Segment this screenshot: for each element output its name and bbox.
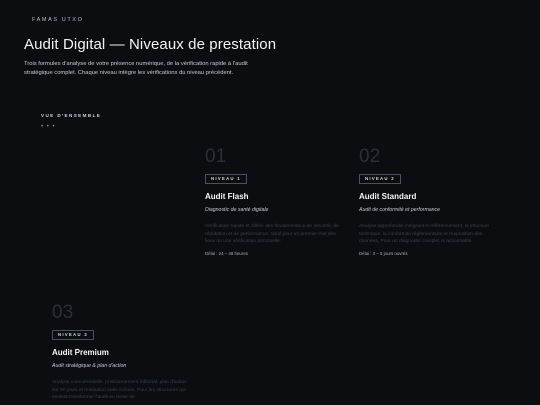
tier-description: Analyse concurrentielle, positionnement … — [52, 380, 187, 401]
tier-number: 01 — [205, 146, 227, 167]
tier-badge: NIVEAU 1 — [205, 173, 247, 184]
tier-delay: Délai : 3 – 5 jours ouvrés — [359, 250, 408, 256]
page: FAMAS UTXO Audit Digital — Niveaux de pr… — [0, 0, 540, 405]
tier-subtitle: Audit stratégique & plan d'action — [52, 363, 127, 369]
tier-number: 02 — [359, 146, 381, 167]
page-title: Audit Digital — Niveaux de prestation — [24, 36, 277, 53]
tier-badge: NIVEAU 2 — [359, 173, 401, 184]
tier-card-premium: 03 NIVEAU 3 Audit Premium Audit stratégi… — [52, 303, 192, 402]
tier-number: 03 — [52, 302, 74, 323]
tier-subtitle: Audit de conformité et performance — [359, 207, 441, 213]
tier-delay: Délai : 24 – 48 heures — [205, 250, 248, 256]
tier-description: Vérification rapide et ciblée des fondam… — [205, 224, 339, 245]
brand-name[interactable]: FAMAS UTXO — [32, 17, 83, 23]
tier-name: Audit Premium — [52, 348, 109, 357]
overview-dots: • • • — [41, 124, 56, 130]
tier-name: Audit Flash — [205, 192, 249, 201]
overview-label: VUE D'ENSEMBLE — [41, 113, 102, 118]
tier-badge: NIVEAU 3 — [52, 329, 94, 340]
tier-card-standard: 02 NIVEAU 2 Audit Standard Audit de conf… — [359, 147, 499, 256]
tier-description: Analyse approfondie intégrant le référen… — [359, 224, 489, 245]
tier-subtitle: Diagnostic de santé digitale — [205, 207, 269, 213]
tier-name: Audit Standard — [359, 192, 417, 201]
intro-text: Trois formules d'analyse de votre présen… — [24, 61, 248, 76]
tier-card-flash: 01 NIVEAU 1 Audit Flash Diagnostic de sa… — [205, 147, 345, 256]
